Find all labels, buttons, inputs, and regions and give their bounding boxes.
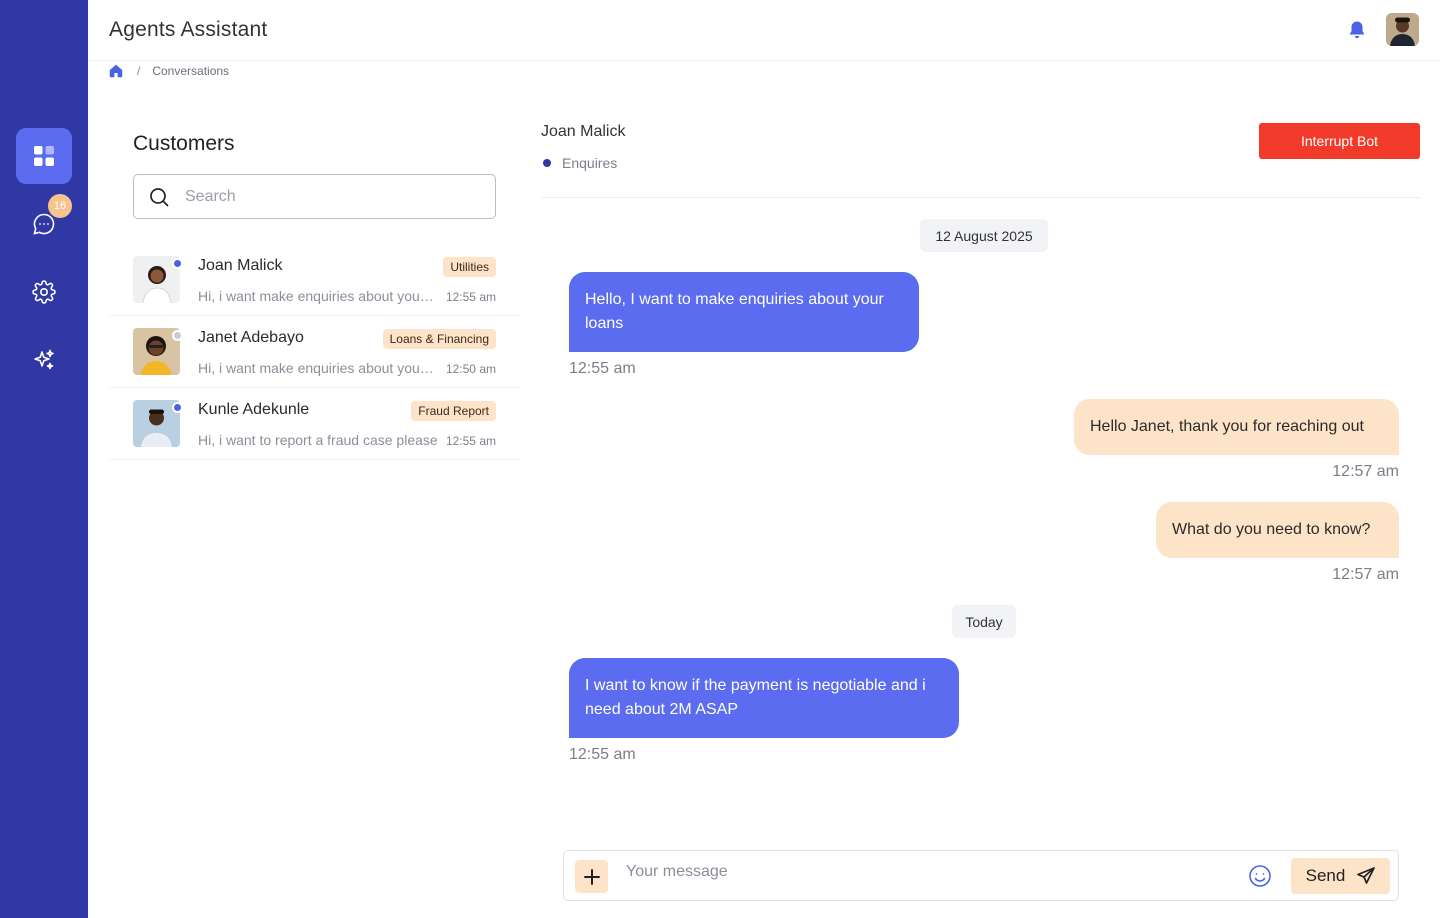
customer-item-joan-malick[interactable]: Joan Malick Utilities Hi, i want make en…: [109, 244, 519, 316]
user-avatar[interactable]: [1386, 13, 1419, 46]
customer-time: 12:50 am: [445, 362, 496, 376]
app-title: Agents Assistant: [109, 18, 268, 41]
customer-preview: Hi, i want make enquiries about your loa…: [198, 288, 438, 304]
chat-contact-status: Enquires: [541, 155, 617, 171]
home-icon[interactable]: [109, 64, 123, 78]
gear-icon: [32, 280, 56, 304]
status-dot: [543, 159, 551, 167]
customers-title: Customers: [133, 132, 235, 155]
unread-badge: 16: [48, 194, 72, 218]
offline-status-dot: [172, 330, 183, 341]
message-bubble-outgoing: Hello Janet, thank you for reaching out: [1074, 399, 1399, 455]
customer-list: Joan Malick Utilities Hi, i want make en…: [109, 244, 519, 460]
sparkles-icon: [34, 349, 54, 370]
search-input[interactable]: [185, 187, 475, 206]
customer-preview: Hi, i want make enquiries about your loa…: [198, 360, 438, 376]
breadcrumb: / Conversations: [109, 64, 229, 78]
customer-item-kunle-adekunle[interactable]: Kunle Adekunle Fraud Report Hi, i want t…: [109, 388, 519, 460]
interrupt-bot-button[interactable]: Interrupt Bot: [1259, 123, 1420, 159]
date-separator: Today: [952, 605, 1016, 638]
send-icon: [1357, 867, 1376, 884]
customer-tag: Utilities: [443, 257, 496, 277]
customer-name: Joan Malick: [198, 257, 283, 274]
online-status-dot: [172, 258, 183, 269]
search-icon: [150, 187, 169, 206]
customer-item-janet-adebayo[interactable]: Janet Adebayo Loans & Financing Hi, i wa…: [109, 316, 519, 388]
customer-name: Janet Adebayo: [198, 329, 304, 346]
message-bubble-outgoing: What do you need to know?: [1156, 502, 1399, 558]
date-separator: 12 August 2025: [920, 219, 1048, 252]
customer-time: 12:55 am: [445, 290, 496, 304]
message-time: 12:55 am: [569, 746, 636, 763]
customer-preview: Hi, i want to report a fraud case please: [198, 432, 438, 448]
send-button-label: Send: [1305, 866, 1346, 885]
breadcrumb-current[interactable]: Conversations: [152, 64, 229, 78]
attach-button[interactable]: [575, 860, 608, 893]
online-status-dot: [172, 402, 183, 413]
sidebar-item-settings[interactable]: [16, 264, 72, 320]
chat-status-label: Enquires: [562, 155, 618, 171]
customer-tag: Fraud Report: [411, 401, 496, 421]
message-time: 12:57 am: [1332, 566, 1399, 583]
chat-contact-name: Joan Malick: [541, 123, 626, 140]
breadcrumb-separator: /: [137, 64, 141, 78]
message-bubble-incoming: I want to know if the payment is negotia…: [569, 658, 959, 738]
sidebar-item-conversations[interactable]: 16: [16, 194, 72, 252]
plus-icon: [583, 868, 600, 885]
message-bubble-incoming: Hello, I want to make enquiries about yo…: [569, 272, 919, 352]
message-input[interactable]: [626, 863, 1226, 881]
sidebar-item-ai[interactable]: [16, 332, 72, 388]
sidebar-item-dashboard[interactable]: [16, 128, 72, 184]
emoji-icon[interactable]: [1248, 864, 1272, 888]
customer-time: 12:55 am: [445, 434, 496, 448]
message-time: 12:55 am: [569, 360, 636, 377]
sidebar: 16: [0, 0, 88, 918]
message-time: 12:57 am: [1332, 463, 1399, 480]
message-composer: Send: [563, 850, 1399, 901]
customer-tag: Loans & Financing: [382, 329, 496, 349]
dashboard-icon: [34, 146, 54, 166]
top-header: Agents Assistant: [88, 0, 1440, 61]
chat-divider: [541, 197, 1420, 198]
customer-name: Kunle Adekunle: [198, 401, 310, 418]
bell-icon[interactable]: [1348, 20, 1366, 40]
search-box[interactable]: [133, 174, 496, 219]
send-button[interactable]: Send: [1291, 858, 1390, 894]
